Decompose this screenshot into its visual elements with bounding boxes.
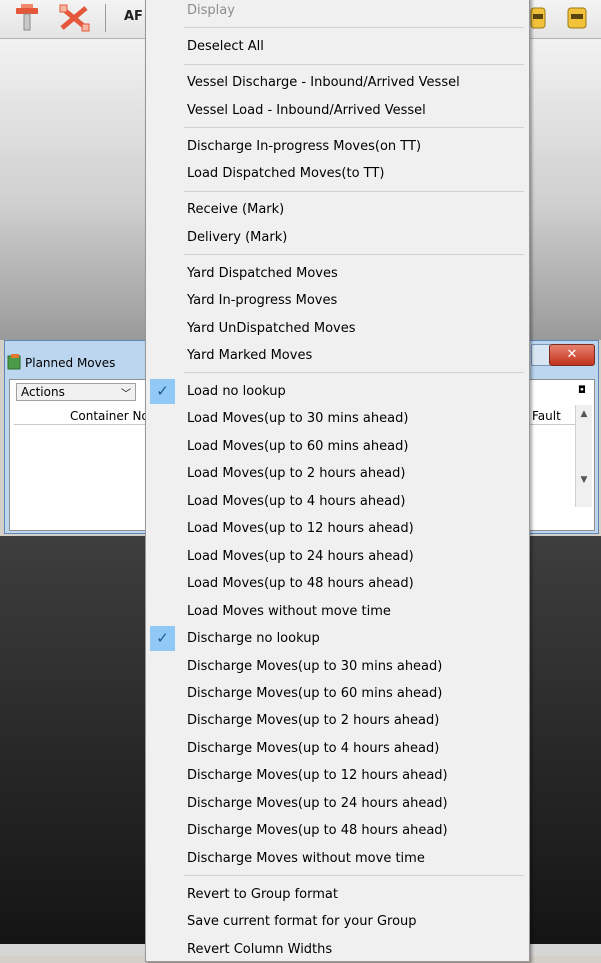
menu-item[interactable]: Load Moves(up to 4 hours ahead) [146,488,529,515]
menu-item-label: Receive (Mark) [187,202,285,218]
menu-item[interactable]: Yard In-progress Moves [146,287,529,314]
checkmark-icon: ✓ [150,626,175,652]
menu-item[interactable]: Discharge Moves(up to 30 mins ahead) [146,653,529,680]
menu-separator [184,27,524,29]
menu-item-label: Load Moves(up to 30 mins ahead) [187,411,409,427]
alarm-icon[interactable] [565,2,589,34]
menu-item[interactable]: Yard Marked Moves [146,342,529,369]
chevron-down-icon: ﹀ [121,389,131,400]
menu-item-label: Yard In-progress Moves [187,293,338,309]
menu-item[interactable]: Discharge Moves(up to 24 hours ahead) [146,790,529,817]
menu-item-label: Delivery (Mark) [187,229,288,245]
menu-item-label: Discharge Moves(up to 30 mins ahead) [187,658,443,674]
menu-item-label: Load Moves without move time [187,603,391,619]
menu-item[interactable]: Load Moves(up to 2 hours ahead) [146,460,529,487]
menu-item-label: Yard Marked Moves [187,347,313,363]
menu-item-label: Discharge Moves(up to 48 hours ahead) [187,823,448,839]
menu-item-label: Load Moves(up to 60 mins ahead) [187,438,409,454]
close-button[interactable]: ✕ [549,344,595,366]
maximize-button[interactable] [531,344,551,366]
checkmark-icon: ✓ [150,379,175,404]
menu-item[interactable]: Discharge Moves(up to 12 hours ahead) [146,762,529,789]
menu-separator [184,875,524,877]
restore-icon[interactable]: ◘ [578,385,586,396]
menu-item-label: Discharge Moves(up to 12 hours ahead) [187,768,448,784]
menu-item[interactable]: Vessel Load - Inbound/Arrived Vessel [146,97,529,124]
menu-item-label: Display [187,3,235,18]
shuffle-icon[interactable] [58,2,92,34]
menu-item-label: Load no lookup [187,384,286,399]
menu-item-label: Yard UnDispatched Moves [187,320,356,336]
actions-dropdown[interactable]: Actions ﹀ [16,383,136,401]
menu-item-label: Revert Column Widths [187,941,333,957]
menu-item-label: Discharge In-progress Moves(on TT) [187,138,422,154]
menu-item[interactable]: Revert to Group format [146,881,529,908]
menu-separator [184,254,524,255]
menu-item-label: Load Moves(up to 12 hours ahead) [187,521,414,537]
column-header-fault[interactable]: Fault [532,409,561,423]
tool-icon[interactable] [12,2,42,34]
menu-item-label: Discharge Moves(up to 2 hours ahead) [187,713,440,729]
menu-separator [184,127,524,128]
menu-item-label: Yard Dispatched Moves [187,265,338,281]
menu-item-label: Discharge Moves(up to 4 hours ahead) [187,740,440,756]
menu-separator [184,190,524,192]
menu-item[interactable]: ✓ Load no lookup [146,378,529,405]
planned-moves-icon [7,354,21,370]
menu-item[interactable]: Delivery (Mark) [146,224,529,251]
menu-item[interactable]: Load Moves(up to 60 mins ahead) [146,433,529,460]
menu-item[interactable]: Load Moves(up to 24 hours ahead) [146,543,529,570]
alarm-icon[interactable] [528,2,548,34]
menu-item-label: Save current format for your Group [187,914,417,930]
app-label: AF [124,9,143,24]
menu-item[interactable]: ✓ Discharge no lookup [146,625,529,652]
vertical-scrollbar[interactable]: ▲ ▼ [575,405,592,507]
menu-item[interactable]: Yard Dispatched Moves [146,260,529,287]
menu-item[interactable]: Load Moves(up to 30 mins ahead) [146,405,529,432]
menu-item-label: Discharge Moves without move time [187,850,425,866]
menu-item[interactable]: Discharge In-progress Moves(on TT) [146,133,529,160]
menu-item[interactable]: Load Moves(up to 48 hours ahead) [146,570,529,597]
menu-item-label: Discharge no lookup [187,631,320,647]
menu-item[interactable]: Discharge Moves(up to 2 hours ahead) [146,707,529,734]
menu-item[interactable]: Receive (Mark) [146,196,529,223]
menu-item-label: Load Moves(up to 4 hours ahead) [187,493,406,509]
menu-item-label: Discharge Moves(up to 60 mins ahead) [187,685,443,701]
menu-separator [184,63,524,65]
menu-item-label: Revert to Group format [187,886,338,902]
menu-item[interactable]: Load Moves(up to 12 hours ahead) [146,515,529,542]
menu-item[interactable]: Discharge Moves(up to 48 hours ahead) [146,817,529,844]
menu-item-label: Load Dispatched Moves(to TT) [187,166,385,182]
actions-label: Actions [21,385,65,399]
menu-item[interactable]: Discharge Moves(up to 4 hours ahead) [146,735,529,762]
menu-item-label: Load Moves(up to 24 hours ahead) [187,548,414,564]
menu-item[interactable]: Load Moves without move time [146,598,529,625]
menu-item[interactable]: Vessel Discharge - Inbound/Arrived Vesse… [146,69,529,96]
menu-item-label: Deselect All [187,39,264,55]
window-title-text: Planned Moves [25,356,116,370]
toolbar-separator [105,4,106,32]
menu-item-label: Vessel Load - Inbound/Arrived Vessel [187,102,426,118]
scroll-up-icon[interactable]: ▲ [578,409,590,423]
menu-item-label: Vessel Discharge - Inbound/Arrived Vesse… [187,75,460,91]
context-menu: Display Deselect All Vessel Discharge - In… [145,0,530,962]
menu-item[interactable]: Load Dispatched Moves(to TT) [146,160,529,187]
menu-item[interactable]: Save current format for your Group [146,908,529,935]
menu-item[interactable]: Revert Column Widths [146,936,529,963]
menu-item[interactable]: Yard UnDispatched Moves [146,315,529,342]
menu-item[interactable]: Deselect All [146,33,529,60]
menu-item-label: Load Moves(up to 2 hours ahead) [187,466,406,482]
menu-item[interactable]: Discharge Moves without move time [146,845,529,872]
menu-item-label: Discharge Moves(up to 24 hours ahead) [187,795,448,811]
scroll-down-icon[interactable]: ▼ [578,475,590,489]
column-header-container-no[interactable]: Container No. [70,409,152,423]
menu-item: Display [146,0,529,24]
menu-item-label: Load Moves(up to 48 hours ahead) [187,576,414,592]
menu-item[interactable]: Discharge Moves(up to 60 mins ahead) [146,680,529,707]
menu-separator [184,372,524,374]
